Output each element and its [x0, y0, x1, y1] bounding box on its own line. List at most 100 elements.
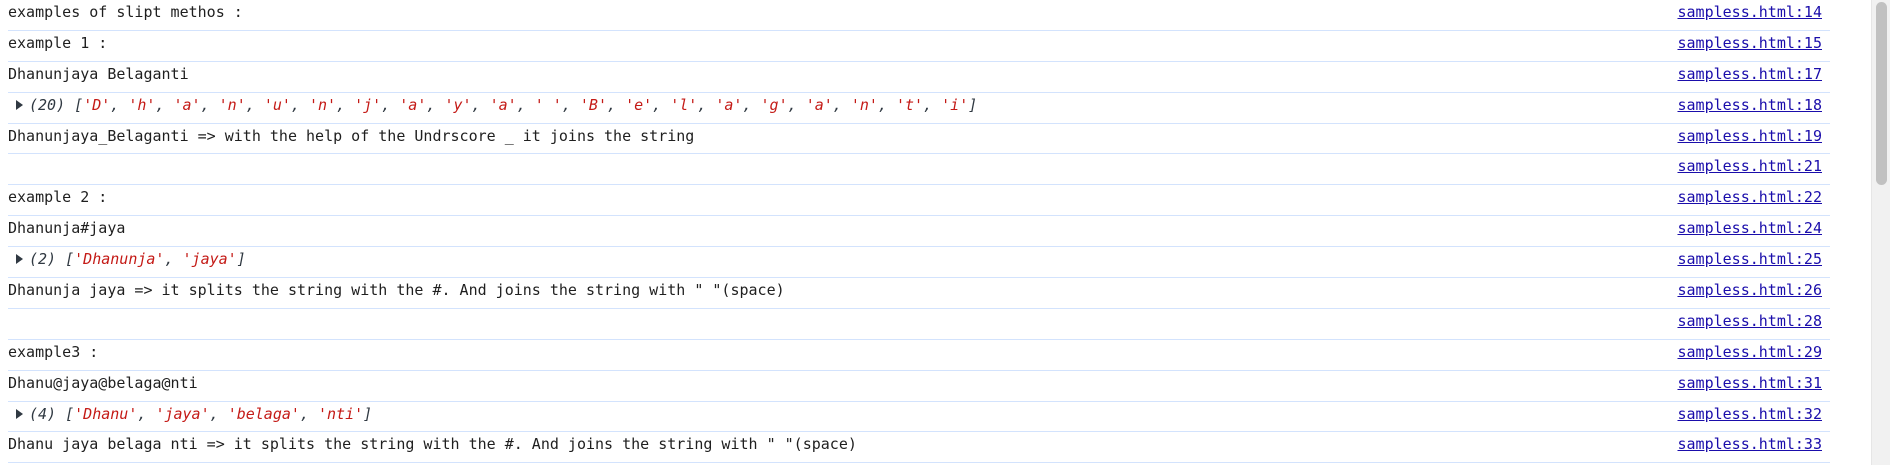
- source-link[interactable]: sampless.html:32: [1678, 402, 1823, 426]
- console-text-message: Dhanunjaya_Belaganti => with the help of…: [8, 126, 695, 145]
- console-text-message: Dhanunja#jaya: [8, 219, 126, 238]
- source-link[interactable]: sampless.html:25: [1678, 247, 1823, 271]
- source-link[interactable]: sampless.html:31: [1678, 371, 1823, 395]
- array-preview[interactable]: (2) ['Dhanunja', 'jaya']: [29, 250, 246, 268]
- array-length: (4): [29, 404, 57, 423]
- console-row: example 2 : sampless.html:22: [8, 185, 1830, 217]
- console-array-message: (4) ['Dhanu', 'jaya', 'belaga', 'nti']: [8, 402, 372, 426]
- array-item: 'nti': [318, 404, 364, 423]
- array-item: ' ': [534, 95, 562, 114]
- array-separator: ,: [155, 95, 174, 114]
- array-separator: ,: [245, 95, 264, 114]
- array-separator: ,: [787, 95, 806, 114]
- source-link[interactable]: sampless.html:21: [1678, 154, 1823, 178]
- console-row: examples of slipt methos : sampless.html:…: [8, 0, 1830, 31]
- array-separator: ,: [471, 95, 490, 114]
- source-link[interactable]: sampless.html:22: [1678, 185, 1823, 209]
- source-link[interactable]: sampless.html:19: [1678, 124, 1823, 148]
- source-link[interactable]: sampless.html:18: [1678, 93, 1823, 117]
- console-text-message: examples of slipt methos :: [8, 3, 243, 21]
- array-item: 'a': [173, 95, 201, 114]
- console-array-message: (2) ['Dhanunja', 'jaya']: [8, 247, 246, 271]
- caret-right-icon[interactable]: [16, 99, 23, 110]
- array-separator: ,: [164, 250, 183, 269]
- array-separator: ,: [381, 95, 400, 114]
- array-item: 'j': [354, 95, 382, 114]
- array-length: (20): [29, 95, 66, 114]
- console-row: (2) ['Dhanunja', 'jaya'] sampless.html:25: [8, 247, 1830, 279]
- vertical-scrollbar[interactable]: [1871, 0, 1890, 465]
- console-row: example 1 : sampless.html:15: [8, 31, 1830, 62]
- source-link[interactable]: sampless.html:24: [1678, 216, 1823, 240]
- array-item: 'l': [670, 95, 698, 114]
- source-link[interactable]: sampless.html:29: [1678, 340, 1823, 364]
- array-close-bracket: ]: [236, 250, 246, 269]
- source-link[interactable]: sampless.html:14: [1678, 0, 1823, 24]
- console-row: (4) ['Dhanu', 'jaya', 'belaga', 'nti'] sa…: [8, 402, 1830, 433]
- array-close-bracket: ]: [363, 404, 373, 423]
- array-separator: ,: [923, 95, 942, 114]
- array-item: 'jaya': [182, 250, 237, 269]
- source-link[interactable]: sampless.html:33: [1678, 432, 1823, 456]
- console-text-message: example3 :: [8, 342, 99, 361]
- array-item: 'i': [941, 95, 969, 114]
- console-text-message: Dhanunja jaya => it splits the string wi…: [8, 281, 785, 300]
- array-separator: ,: [697, 95, 716, 114]
- array-item: 'a': [399, 95, 427, 114]
- array-item: 'h': [128, 95, 156, 114]
- source-link[interactable]: sampless.html:26: [1678, 278, 1823, 302]
- array-length: (2): [29, 250, 57, 269]
- array-separator: ,: [336, 95, 355, 114]
- array-separator: ,: [110, 95, 129, 114]
- array-item: 'D': [83, 95, 111, 114]
- console-row: Dhanunja jaya => it splits the string wi…: [8, 278, 1830, 309]
- console-text-message: Dhanu@jaya@belaga@nti: [8, 373, 198, 392]
- console-row: Dhanunjaya Belaganti sampless.html:17: [8, 62, 1830, 93]
- array-separator: ,: [209, 404, 228, 423]
- console-array-message: (20) ['D', 'h', 'a', 'n', 'u', 'n', 'j',…: [8, 93, 977, 117]
- array-item: 't': [896, 95, 924, 114]
- console-text-message: Dhanunjaya Belaganti: [8, 64, 189, 83]
- console-row: sampless.html:21: [8, 154, 1830, 186]
- array-separator: ,: [299, 404, 318, 423]
- array-separator: ,: [832, 95, 851, 114]
- array-item: 'g': [760, 95, 788, 114]
- caret-right-icon[interactable]: [16, 408, 23, 419]
- array-separator: ,: [742, 95, 761, 114]
- array-item: 'Dhanunja': [74, 250, 165, 269]
- console-text-message: Dhanu jaya belaga nti => it splits the s…: [8, 435, 857, 454]
- array-item: 'B': [579, 95, 607, 114]
- array-item: 'jaya': [155, 404, 210, 423]
- console-row: Dhanunjaya_Belaganti => with the help of…: [8, 124, 1830, 155]
- array-open-bracket: [: [65, 95, 84, 114]
- array-separator: ,: [200, 95, 219, 114]
- array-item: 'n': [850, 95, 878, 114]
- array-item: 'Dhanu': [74, 404, 138, 423]
- array-separator: ,: [561, 95, 580, 114]
- array-open-bracket: [: [56, 250, 75, 269]
- console-text-message: example 1 :: [8, 33, 108, 52]
- array-item: 'y': [444, 95, 472, 114]
- caret-right-icon[interactable]: [16, 254, 23, 265]
- array-preview[interactable]: (4) ['Dhanu', 'jaya', 'belaga', 'nti']: [29, 405, 372, 423]
- console-row: sampless.html:28: [8, 309, 1830, 340]
- array-preview[interactable]: (20) ['D', 'h', 'a', 'n', 'u', 'n', 'j',…: [29, 96, 977, 114]
- array-separator: ,: [137, 404, 156, 423]
- console-panel: examples of slipt methos : sampless.html:…: [0, 0, 1830, 465]
- scrollbar-thumb[interactable]: [1876, 2, 1887, 185]
- array-close-bracket: ]: [968, 95, 978, 114]
- array-item: 'n': [308, 95, 337, 114]
- array-item: 'a': [715, 95, 743, 114]
- source-link[interactable]: sampless.html:28: [1678, 309, 1823, 333]
- console-row: (20) ['D', 'h', 'a', 'n', 'u', 'n', 'j',…: [8, 93, 1830, 124]
- array-separator: ,: [652, 95, 671, 114]
- source-link[interactable]: sampless.html:17: [1678, 62, 1823, 86]
- source-link[interactable]: sampless.html:15: [1678, 31, 1823, 55]
- array-separator: ,: [426, 95, 445, 114]
- array-item: 'a': [489, 95, 517, 114]
- console-row: example3 : sampless.html:29: [8, 340, 1830, 371]
- console-row: Dhanunja#jaya sampless.html:24: [8, 216, 1830, 248]
- console-row: Dhanu jaya belaga nti => it splits the s…: [8, 432, 1830, 464]
- array-separator: ,: [516, 95, 535, 114]
- array-item: 'e': [625, 95, 653, 114]
